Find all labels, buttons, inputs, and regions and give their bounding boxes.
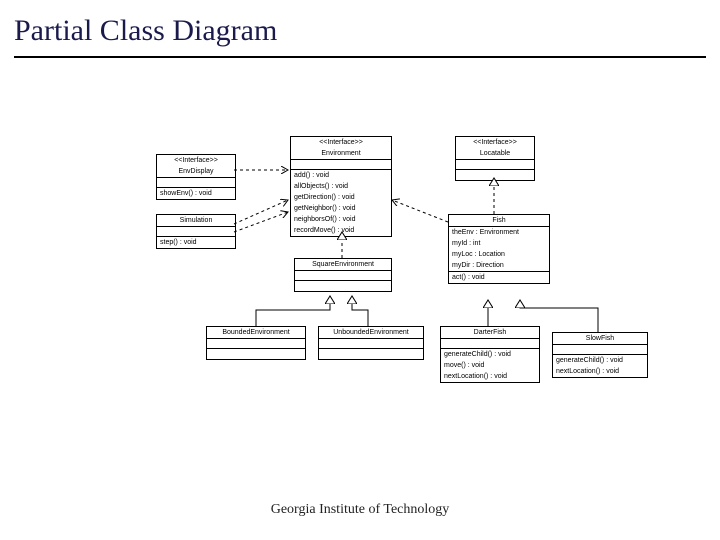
operation: neighborsOf() : void	[291, 214, 391, 225]
class-name: SlowFish	[553, 333, 647, 344]
uml-diagram: <<Interface>>EnvDisplay showEnv() : void…	[0, 0, 720, 540]
class-darter-fish: DarterFish generateChild() : void move()…	[440, 326, 540, 383]
class-name: UnboundedEnvironment	[319, 327, 423, 338]
class-locatable: <<Interface>>Locatable	[455, 136, 535, 181]
operation: move() : void	[441, 360, 539, 371]
class-name: Locatable	[456, 148, 534, 159]
class-name: SquareEnvironment	[295, 259, 391, 270]
class-name: EnvDisplay	[157, 166, 235, 177]
class-unbounded-environment: UnboundedEnvironment	[318, 326, 424, 360]
class-slow-fish: SlowFish generateChild() : void nextLoca…	[552, 332, 648, 378]
operation: step() : void	[157, 237, 235, 248]
class-env-display: <<Interface>>EnvDisplay showEnv() : void	[156, 154, 236, 200]
attribute: myId : int	[449, 238, 549, 249]
class-name: Fish	[449, 215, 549, 226]
stereotype: <<Interface>>	[456, 137, 534, 148]
attribute: myLoc : Location	[449, 249, 549, 260]
operation: add() : void	[291, 170, 391, 181]
class-fish: Fish theEnv : Environment myId : int myL…	[448, 214, 550, 284]
operation: showEnv() : void	[157, 188, 235, 199]
stereotype: <<Interface>>	[157, 155, 235, 166]
attribute: theEnv : Environment	[449, 227, 549, 238]
class-square-environment: SquareEnvironment	[294, 258, 392, 292]
class-environment: <<Interface>>Environment add() : void al…	[290, 136, 392, 237]
class-bounded-environment: BoundedEnvironment	[206, 326, 306, 360]
operation: recordMove() : void	[291, 225, 391, 236]
stereotype: <<Interface>>	[291, 137, 391, 148]
class-simulation: Simulation step() : void	[156, 214, 236, 249]
attribute: myDir : Direction	[449, 260, 549, 271]
class-name: BoundedEnvironment	[207, 327, 305, 338]
class-name: Environment	[291, 148, 391, 159]
class-name: Simulation	[157, 215, 235, 226]
operation: getNeighbor() : void	[291, 203, 391, 214]
operation: getDirection() : void	[291, 192, 391, 203]
class-name: DarterFish	[441, 327, 539, 338]
operation: act() : void	[449, 272, 549, 283]
operation: nextLocation() : void	[553, 366, 647, 377]
operation: allObjects() : void	[291, 181, 391, 192]
operation: nextLocation() : void	[441, 371, 539, 382]
operation: generateChild() : void	[553, 355, 647, 366]
operation: generateChild() : void	[441, 349, 539, 360]
